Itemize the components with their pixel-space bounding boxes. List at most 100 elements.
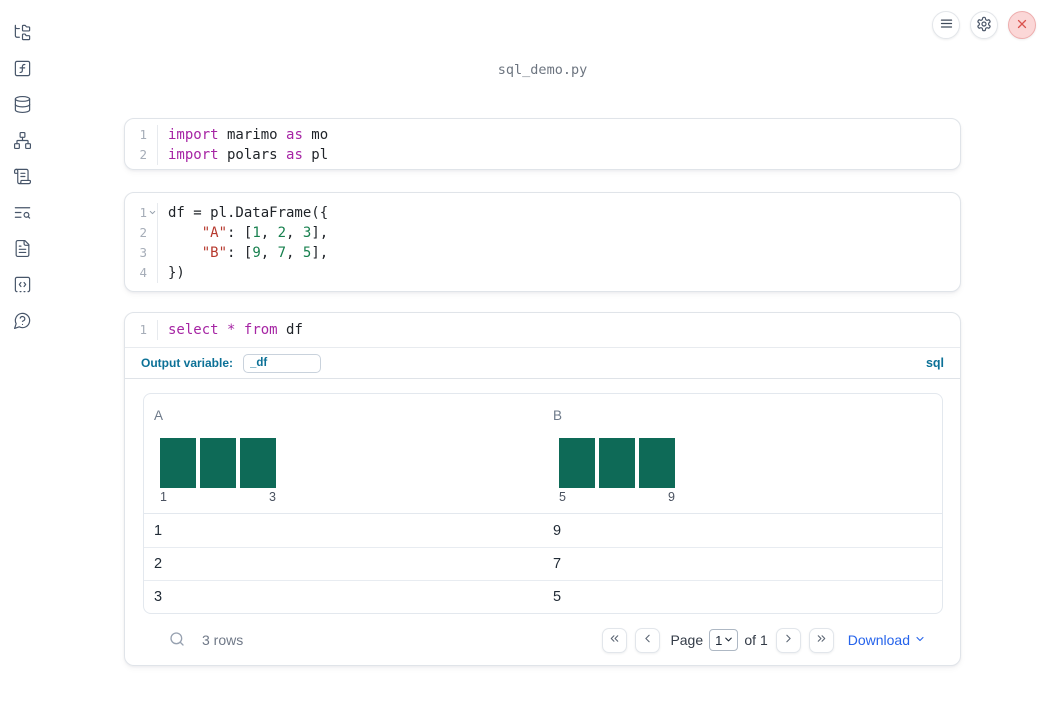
chevron-down-icon <box>914 632 926 648</box>
cell-sql: 1 select * from df Output variable: sql A… <box>124 312 961 666</box>
line-number: 3 <box>125 243 158 263</box>
message-question-icon <box>13 311 32 333</box>
helper-panel-sidebar <box>0 0 44 713</box>
code-line: 4}) <box>125 263 960 283</box>
sidebar-item-scratchpad[interactable] <box>13 204 32 223</box>
function-square-icon <box>13 59 32 81</box>
table-cell: 3 <box>154 589 163 605</box>
dataframe-table: A 1 3 B 5 9 1 9 2 7 3 5 <box>143 393 943 614</box>
page-total-label: of 1 <box>744 632 768 648</box>
sidebar-item-file-explorer[interactable] <box>13 24 32 43</box>
sidebar-item-dependencies[interactable] <box>13 131 32 151</box>
code-editor[interactable]: 1 import marimo as mo 2 import polars as pl <box>125 119 960 169</box>
hist-min-label: 1 <box>160 490 167 504</box>
sidebar-item-variables[interactable] <box>13 60 32 79</box>
histogram-bar <box>559 438 595 488</box>
column-header-b: B 5 9 <box>543 394 942 513</box>
hist-min-label: 5 <box>559 490 566 504</box>
line-number: 2 <box>125 223 158 243</box>
code-line: 2 import polars as pl <box>125 145 960 165</box>
download-button[interactable]: Download <box>848 632 926 648</box>
code-editor[interactable]: 1 df = pl.DataFrame({ 2 "A": [1, 2, 3], 3 "… <box>125 193 960 291</box>
sidebar-item-chat-help[interactable] <box>13 312 32 331</box>
code-text: "A": [1, 2, 3], <box>201 225 329 241</box>
histogram-bar <box>200 438 236 488</box>
language-badge-sql[interactable]: sql <box>926 356 944 370</box>
code-line: 3 "B": [9, 7, 5], <box>125 243 960 263</box>
histogram-axis-labels: 1 3 <box>160 490 276 504</box>
table-cell: 2 <box>154 556 163 572</box>
cell-dataframe: 1 df = pl.DataFrame({ 2 "A": [1, 2, 3], 3 "… <box>124 192 961 292</box>
sidebar-item-documentation[interactable] <box>13 239 32 261</box>
table-row: 35 <box>144 580 942 613</box>
code-line: 1 df = pl.DataFrame({ <box>125 203 960 223</box>
chevron-down-icon <box>723 633 734 648</box>
line-number: 2 <box>125 145 158 165</box>
line-number: 1 <box>125 203 158 223</box>
chevrons-right-icon <box>815 632 828 648</box>
close-x-icon <box>1015 17 1029 34</box>
code-text: "B": [9, 7, 5], <box>201 245 329 261</box>
file-text-icon <box>13 239 32 261</box>
table-cell: 1 <box>154 522 163 539</box>
sidebar-item-data-sources[interactable] <box>13 95 32 117</box>
column-header-a: A 1 3 <box>144 394 543 513</box>
last-page-button[interactable] <box>808 627 834 653</box>
table-body: 192735 <box>144 514 942 613</box>
sidebar-item-logs[interactable] <box>13 168 32 187</box>
cell-imports: 1 import marimo as mo 2 import polars as pl <box>124 118 961 170</box>
row-count: 3 rows <box>202 632 244 648</box>
code-line: 1 import marimo as mo <box>125 125 960 145</box>
database-icon <box>13 95 32 117</box>
code-text: import polars as pl <box>168 147 329 163</box>
cell-output: A 1 3 B 5 9 1 9 2 7 3 5 3 rows Page 1 of… <box>125 379 960 659</box>
histogram-bar <box>240 438 276 488</box>
chevrons-left-icon <box>608 632 621 648</box>
code-line: 1 select * from df <box>125 320 960 340</box>
hist-max-label: 9 <box>668 490 675 504</box>
chevron-right-icon <box>782 632 795 648</box>
notebook-filename: sql_demo.py <box>497 62 588 78</box>
text-search-icon <box>13 203 32 225</box>
scroll-text-icon <box>13 167 32 189</box>
download-label: Download <box>847 632 910 648</box>
code-square-dashed-icon <box>13 275 32 297</box>
previous-page-button[interactable] <box>635 627 661 653</box>
folder-tree-icon <box>13 23 32 45</box>
page-label: Page <box>670 632 704 648</box>
code-text: import marimo as mo <box>168 127 329 143</box>
search-button[interactable] <box>169 631 185 650</box>
code-text: select * from df <box>168 322 303 338</box>
page-select[interactable]: 1 <box>709 629 739 651</box>
line-number: 1 <box>125 320 158 340</box>
histogram-bar <box>160 438 196 488</box>
column-histogram-a <box>160 438 543 488</box>
shutdown-button[interactable] <box>1008 11 1036 39</box>
gear-icon <box>976 16 992 35</box>
page-select-value: 1 <box>715 632 723 648</box>
table-cell: 5 <box>553 589 562 605</box>
output-variable-input[interactable] <box>243 353 322 373</box>
output-variable-label: Output variable: <box>141 356 234 370</box>
table-row: 19 <box>144 514 942 547</box>
fold-chevron-icon[interactable] <box>148 208 157 217</box>
settings-button[interactable] <box>970 11 998 39</box>
chevron-left-icon <box>641 632 654 648</box>
table-cell: 7 <box>553 556 562 572</box>
first-page-button[interactable] <box>602 627 628 653</box>
code-text: df = pl.DataFrame({ <box>168 205 329 221</box>
histogram-bar <box>639 438 675 488</box>
sql-code-editor[interactable]: 1 select * from df <box>125 313 960 348</box>
column-name[interactable]: A <box>154 408 163 425</box>
next-page-button[interactable] <box>775 627 801 653</box>
line-number: 4 <box>125 263 158 283</box>
sidebar-item-snippets[interactable] <box>13 276 32 295</box>
sql-cell-options-row: Output variable: sql <box>125 348 960 379</box>
notebook-content: sql_demo.py 1 import marimo as mo 2 import … <box>124 0 961 713</box>
hist-max-label: 3 <box>269 490 276 504</box>
histogram-bar <box>599 438 635 488</box>
column-name[interactable]: B <box>553 408 562 425</box>
table-row: 27 <box>144 547 942 580</box>
table-cell: 9 <box>553 522 562 539</box>
table-footer: 3 rows Page 1 of 1 Download <box>161 621 926 659</box>
